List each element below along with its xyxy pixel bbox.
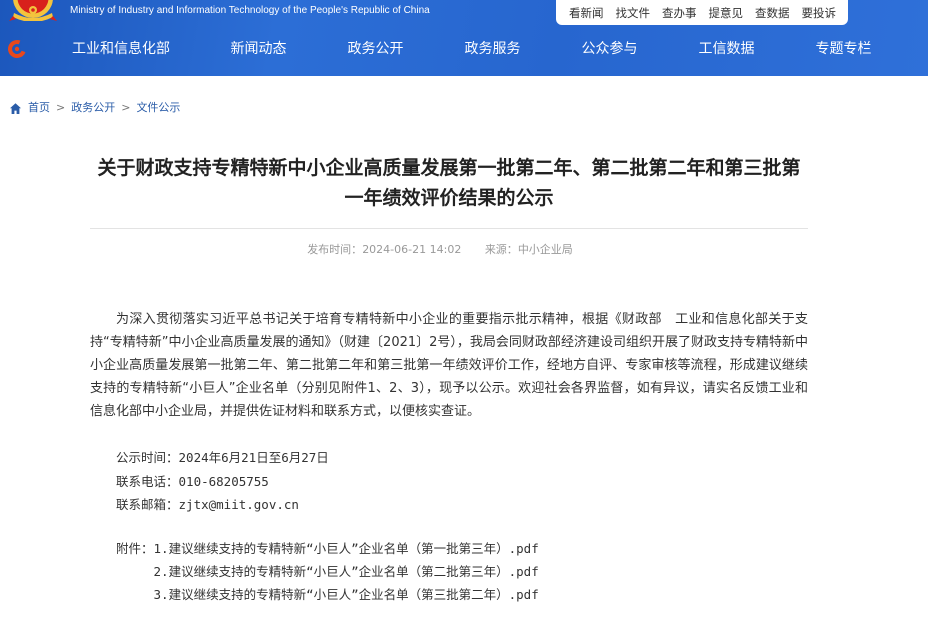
source-value: 中小企业局 (517, 243, 573, 256)
attachment-link[interactable]: 1.建议继续支持的专精特新“小巨人”企业名单（第一批第三年）.pdf (154, 537, 539, 560)
contact-phone: 联系电话：010-68205755 (116, 470, 329, 494)
publish-time: 发布时间：2024-06-21 14:02 (307, 243, 461, 256)
breadcrumb-home[interactable]: 首页 (10, 101, 50, 115)
attachment-link[interactable]: 2.建议继续支持的专精特新“小巨人”企业名单（第二批第三年）.pdf (154, 560, 539, 583)
article-title: 关于财政支持专精特新中小企业高质量发展第一批第二年、第二批第二年和第三批第一年绩… (97, 157, 801, 209)
notice-period-label: 公示时间： (116, 450, 179, 465)
notice-period: 公示时间：2024年6月21日至6月27日 (116, 446, 329, 470)
attachment-list: 1.建议继续支持的专精特新“小巨人”企业名单（第一批第三年）.pdf 2.建议继… (154, 537, 539, 606)
publish-time-value: 2024-06-21 14:02 (362, 243, 462, 256)
breadcrumb-separator: > (56, 101, 66, 114)
contact-phone-label: 联系电话： (116, 473, 179, 489)
notice-period-value: 2024年6月21日至6月27日 (178, 450, 329, 465)
national-emblem-icon (9, 0, 57, 21)
article-body: 为深入贯彻落实习近平总书记关于培育专精特新中小企业的重要指示批示精神，根据《财政… (90, 312, 808, 419)
article: 关于财政支持专精特新中小企业高质量发展第一批第二年、第二批第二年和第三批第一年绩… (90, 0, 808, 619)
home-logo-link[interactable] (7, 39, 27, 59)
home-icon (10, 102, 21, 114)
attachments-label: 附件： (116, 541, 154, 556)
source-label: 来源： (484, 243, 518, 256)
contact-email: 联系邮箱：zjtx@miit.gov.cn (116, 493, 329, 517)
contact-email-value: zjtx@miit.gov.cn (178, 497, 299, 512)
article-source: 来源：中小企业局 (485, 243, 573, 256)
attachments: 附件： 1.建议继续支持的专精特新“小巨人”企业名单（第一批第三年）.pdf 2… (116, 537, 539, 606)
title-divider (90, 228, 808, 229)
notice-contact-info: 公示时间：2024年6月21日至6月27日 联系电话：010-68205755 … (116, 446, 329, 517)
contact-phone-value: 010-68205755 (178, 473, 269, 489)
breadcrumb-home-label: 首页 (28, 101, 50, 114)
attachment-link[interactable]: 3.建议继续支持的专精特新“小巨人”企业名单（第三批第二年）.pdf (154, 583, 539, 606)
contact-email-label: 联系邮箱： (116, 497, 179, 512)
ministry-logo-icon (8, 40, 26, 58)
article-meta: 发布时间：2024-06-21 14:02 来源：中小企业局 (90, 243, 790, 257)
publish-time-label: 发布时间： (307, 243, 363, 256)
